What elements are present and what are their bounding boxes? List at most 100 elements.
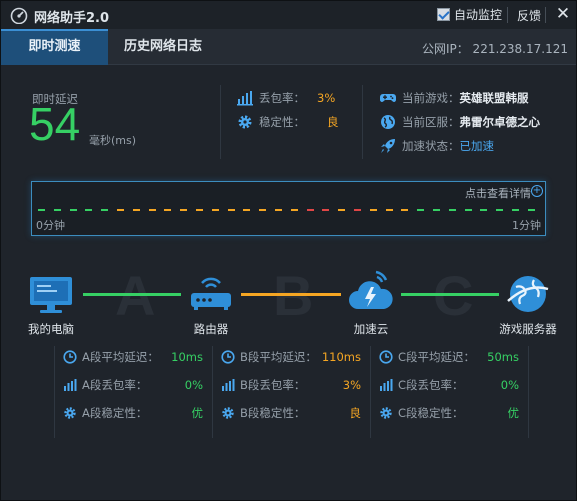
latency-timeline-graph[interactable]: 点击查看详情 + 0分钟 1分钟	[31, 181, 546, 236]
latency-sample-dash	[338, 209, 346, 211]
segment-b-stability-value: 良	[349, 406, 362, 420]
accel-status-value: 已加速	[459, 139, 495, 153]
segment-a-stability-label: A段稳定性：	[82, 406, 148, 420]
segment-b-latency-value: 110ms	[321, 350, 361, 364]
auto-monitor-checkbox[interactable]	[437, 8, 450, 21]
gear-icon	[222, 407, 234, 419]
segment-a-latency-label: A段平均延迟：	[82, 350, 159, 364]
latency-sample-dash	[433, 209, 440, 211]
segment-b-latency-row: B段平均延迟： 110ms	[221, 349, 361, 365]
latency-sample-dash	[417, 209, 425, 211]
segment-a-latency-value: 10ms	[171, 350, 203, 364]
speedometer-icon	[10, 7, 28, 24]
accel-status-row: 加速状态： 已加速	[380, 138, 494, 154]
latency-sample-dash	[527, 209, 535, 211]
divider	[220, 85, 221, 159]
node-label-router: 路由器	[193, 322, 229, 336]
node-label-game-server: 游戏服务器	[499, 322, 557, 336]
packet-loss-label: 丢包率：	[259, 91, 305, 105]
latency-sample-dash	[148, 209, 156, 211]
router-icon	[191, 277, 231, 310]
latency-sample-dash	[69, 209, 77, 211]
latency-sample-dash	[480, 209, 488, 211]
latency-sample-dash	[196, 209, 203, 211]
segment-a-loss-label: A段丢包率：	[82, 378, 148, 392]
tab-realtime-test[interactable]: 即时测速	[1, 29, 108, 65]
segment-b-latency-label: B段平均延迟：	[240, 350, 317, 364]
segment-b-loss-label: B段丢包率：	[240, 378, 306, 392]
latency-sample-dash	[85, 209, 93, 211]
segment-c-loss-label: C段丢包率：	[398, 378, 464, 392]
segment-c-stability-row: C段稳定性： 优	[379, 405, 519, 421]
latency-sample-dash	[227, 209, 235, 211]
server-globe-icon	[507, 276, 549, 312]
latency-sample-dash	[385, 209, 393, 211]
segment-c-latency-value: 50ms	[487, 350, 519, 364]
packet-loss-value: 3%	[317, 91, 336, 105]
current-game-value: 英雄联盟韩服	[459, 91, 529, 105]
segment-c-line	[401, 293, 499, 296]
latency-sample-dash	[448, 209, 456, 211]
plus-circle-icon[interactable]: +	[531, 185, 543, 197]
signal-bars-icon	[222, 379, 235, 391]
divider	[54, 346, 55, 438]
public-ip-text: 公网IP： 221.238.17.121	[421, 42, 568, 56]
latency-sample-dash	[354, 209, 361, 211]
latency-sample-dash	[464, 209, 472, 211]
latency-sample-dash	[132, 209, 140, 211]
latency-sample-dash	[322, 209, 330, 211]
clock-icon	[221, 350, 235, 364]
feedback-button[interactable]: 反馈	[517, 7, 541, 24]
title-bar: 网络助手2.0 自动监控 反馈 ✕	[1, 1, 576, 29]
tab-bar: 即时测速 历史网络日志 公网IP： 221.238.17.121	[1, 29, 576, 65]
signal-bars-icon	[64, 379, 77, 391]
latency-sample-dash	[259, 209, 267, 211]
latency-sample-dash	[180, 209, 188, 211]
stability-value: 良	[327, 115, 339, 129]
latency-sample-dash	[290, 209, 298, 211]
clock-icon	[63, 350, 77, 364]
app-title: 网络助手2.0	[34, 11, 110, 26]
auto-monitor-toggle[interactable]: 自动监控	[437, 6, 502, 23]
stability-label: 稳定性：	[259, 115, 305, 129]
segment-a-loss-row: A段丢包率： 0%	[63, 377, 203, 393]
gamepad-icon	[380, 94, 396, 102]
latency-sample-dash	[243, 209, 251, 211]
segment-a-stability-row: A段稳定性： 优	[63, 405, 203, 421]
packet-loss-row: 丢包率： 3%	[237, 90, 335, 106]
node-label-cloud: 加速云	[353, 322, 389, 336]
latency-sample-dash	[369, 209, 377, 211]
cloud-icon	[349, 270, 393, 309]
segment-b-line	[241, 293, 341, 296]
divider	[370, 346, 371, 438]
segment-b-stability-row: B段稳定性： 良	[221, 405, 361, 421]
gear-icon	[238, 115, 252, 129]
current-region-row: 当前区服： 弗雷尔卓德之心	[380, 114, 540, 130]
segment-c-loss-row: C段丢包率： 0%	[379, 377, 519, 393]
graph-start-label: 0分钟	[36, 219, 65, 232]
auto-monitor-label: 自动监控	[454, 8, 503, 22]
gear-icon	[64, 407, 76, 419]
divider	[212, 346, 213, 438]
latency-value: 54	[29, 98, 81, 150]
close-button[interactable]: ✕	[553, 4, 573, 24]
latency-sample-dash	[401, 209, 409, 211]
latency-sample-dash	[496, 209, 504, 211]
accel-status-label: 加速状态：	[402, 139, 460, 153]
segment-a-stability-value: 优	[191, 406, 204, 420]
segment-c-latency-label: C段平均延迟：	[398, 350, 476, 364]
latency-sample-dash	[306, 209, 314, 211]
graph-end-label: 1分钟	[512, 219, 541, 232]
segment-a-loss-value: 0%	[184, 378, 203, 392]
gear-icon	[380, 407, 392, 419]
latency-sample-dash	[164, 209, 172, 211]
tab-history-log[interactable]: 历史网络日志	[109, 29, 217, 65]
divider	[507, 7, 508, 23]
segment-a-line	[83, 293, 181, 296]
segment-a-latency-row: A段平均延迟： 10ms	[63, 349, 203, 365]
node-label-computer: 我的电脑	[28, 322, 74, 336]
app-window: 网络助手2.0 自动监控 反馈 ✕ 即时测速 历史网络日志 公网IP： 221.…	[0, 0, 577, 501]
segment-b-stability-label: B段稳定性：	[240, 406, 306, 420]
segment-b-loss-value: 3%	[342, 378, 361, 392]
view-details-link[interactable]: 点击查看详情	[465, 185, 531, 201]
